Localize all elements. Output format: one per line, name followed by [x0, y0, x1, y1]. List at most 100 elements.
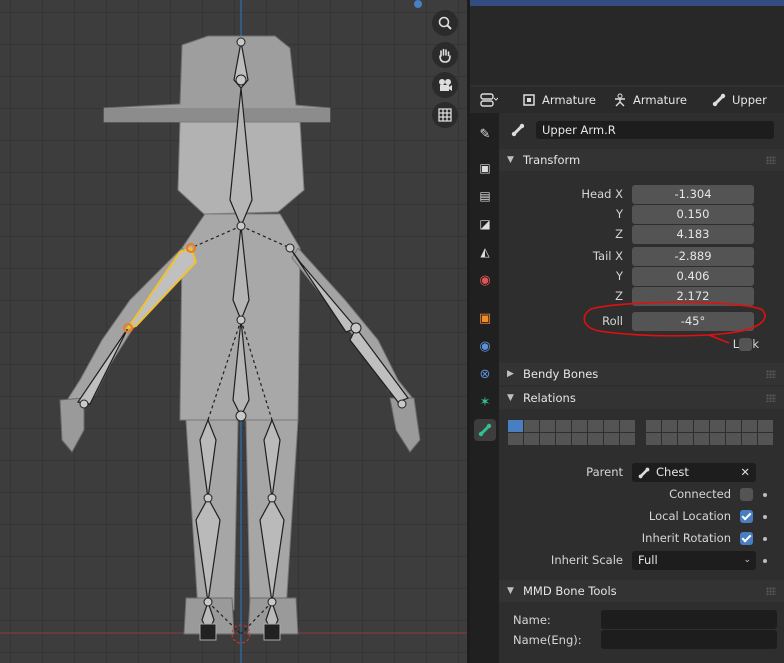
breadcrumb-bone[interactable]: Upper [712, 92, 767, 108]
drag-grip-icon[interactable] [766, 587, 776, 595]
properties-editor-icon [480, 93, 498, 107]
properties-header: Armature Armature Upper [470, 87, 784, 113]
keyframe-dot[interactable] [763, 537, 767, 541]
tab-object-data[interactable]: ✶ [474, 391, 496, 413]
parent-value: Chest [656, 465, 689, 479]
bone-icon [712, 93, 726, 107]
head-x-label: Head X [581, 187, 623, 201]
breadcrumb-bone-label: Upper [732, 93, 767, 107]
chevron-down-icon: ⌄ [743, 555, 751, 565]
head-y-label: Y [615, 207, 623, 221]
drag-grip-icon[interactable] [766, 370, 776, 378]
pan-hand-icon[interactable] [432, 42, 458, 68]
breadcrumb-object[interactable]: Armature [522, 92, 596, 108]
bone-icon [511, 123, 525, 137]
tail-x-field[interactable]: -2.889 [632, 247, 754, 266]
parent-label: Parent [586, 465, 623, 479]
tab-modifiers[interactable]: ◉ [474, 335, 496, 357]
constraint-icon: ⊗ [479, 366, 491, 382]
tool-icon: ✎ [479, 126, 491, 142]
expand-triangle-icon: ▼ [507, 393, 514, 403]
properties-tab-bar: ✎ ▣ ▤ ◪ ◭ ◉ ▣ ◉ ⊗ ✶ [470, 113, 499, 663]
tab-render[interactable]: ▣ [474, 157, 496, 179]
head-x-field[interactable]: -1.304 [632, 185, 754, 204]
bone-layers-right[interactable] [646, 420, 773, 445]
keyframe-dot[interactable] [763, 559, 767, 563]
bone-layers-left[interactable] [508, 420, 635, 445]
breadcrumb-armature[interactable]: Armature [613, 92, 687, 108]
panel-bendy-bones-header[interactable]: ▶ Bendy Bones [499, 363, 784, 385]
local-location-checkbox[interactable] [740, 510, 753, 523]
keyframe-dot[interactable] [763, 515, 767, 519]
mmd-name-label: Name: [513, 613, 551, 627]
tab-object[interactable]: ▣ [474, 307, 496, 329]
render-icon: ▣ [479, 161, 491, 175]
bone-layer-active[interactable] [508, 420, 523, 432]
tab-constraints[interactable]: ⊗ [474, 363, 496, 385]
connected-label: Connected [669, 487, 731, 501]
mmd-name-field[interactable] [601, 610, 777, 629]
panel-mmd-header[interactable]: ▼ MMD Bone Tools [499, 580, 784, 602]
scene-icon: ◭ [480, 245, 490, 259]
tail-y-label: Y [615, 269, 623, 283]
inherit-rotation-label: Inherit Rotation [641, 531, 731, 545]
head-z-field[interactable]: 4.183 [632, 225, 754, 244]
parent-field[interactable]: Chest ✕ [632, 463, 756, 482]
bone-name-field[interactable]: Upper Arm.R [536, 121, 774, 139]
panel-transform-title: Transform [523, 153, 581, 167]
tab-world[interactable]: ◉ [474, 269, 496, 291]
inherit-scale-label: Inherit Scale [550, 553, 623, 567]
bone-icon [638, 467, 650, 479]
properties-editor: Armature Armature Upper ✎ ▣ ▤ ◪ ◭ ◉ ▣ ◉ … [470, 87, 784, 663]
panel-relations-header[interactable]: ▼ Relations [499, 387, 784, 409]
panel-transform-header[interactable]: ▼ Transform [499, 149, 784, 171]
local-location-label: Local Location [648, 509, 731, 523]
armature-icon [615, 93, 625, 107]
breadcrumb-object-label: Armature [542, 93, 596, 107]
panel-mmd-title: MMD Bone Tools [523, 584, 617, 598]
bone-properties: Upper Arm.R ▼ Transform Head X -1.304 Y … [499, 113, 784, 663]
mmd-name-eng-field[interactable] [601, 630, 777, 649]
tab-view-layer[interactable]: ◪ [474, 213, 496, 235]
armature-data-icon: ✶ [479, 394, 491, 410]
panel-relations-title: Relations [523, 391, 576, 405]
collapse-triangle-icon: ▶ [507, 369, 514, 379]
connected-checkbox[interactable] [740, 488, 753, 501]
inherit-scale-dropdown[interactable]: Full ⌄ [632, 551, 756, 570]
tab-bone[interactable] [474, 419, 496, 441]
world-icon: ◉ [479, 272, 491, 288]
object-icon: ▣ [478, 310, 492, 326]
tab-tool[interactable]: ✎ [474, 123, 496, 145]
clear-x-icon[interactable]: ✕ [740, 463, 750, 482]
expand-triangle-icon: ▼ [507, 155, 514, 165]
panel-bendy-bones-title: Bendy Bones [523, 367, 599, 381]
editor-type-button[interactable] [480, 92, 498, 108]
zoom-icon[interactable] [432, 10, 458, 36]
expand-triangle-icon: ▼ [507, 586, 514, 596]
head-z-label: Z [615, 227, 623, 241]
mmd-name-eng-label: Name(Eng): [513, 633, 582, 647]
tab-output[interactable]: ▤ [474, 185, 496, 207]
keyframe-dot[interactable] [763, 493, 767, 497]
tail-x-label: Tail X [592, 249, 623, 263]
view-layer-icon: ◪ [479, 217, 491, 231]
drag-grip-icon[interactable] [766, 156, 776, 164]
head-y-field[interactable]: 0.150 [632, 205, 754, 224]
viewport-scene [0, 0, 467, 663]
output-icon: ▤ [479, 189, 491, 203]
breadcrumb-armature-label: Armature [633, 93, 687, 107]
inherit-rotation-checkbox[interactable] [740, 532, 753, 545]
modifier-icon: ◉ [479, 338, 491, 354]
bone-icon [478, 423, 492, 437]
tab-scene[interactable]: ◭ [474, 241, 496, 263]
camera-icon[interactable] [432, 72, 458, 98]
lock-checkbox[interactable] [739, 338, 752, 351]
object-icon [523, 94, 535, 106]
grid-view-icon[interactable] [432, 102, 458, 128]
outliner[interactable] [470, 0, 784, 85]
inherit-scale-value: Full [638, 553, 658, 567]
3d-viewport[interactable] [0, 0, 467, 663]
drag-grip-icon[interactable] [766, 394, 776, 402]
tail-y-field[interactable]: 0.406 [632, 267, 754, 286]
outliner-selected-row[interactable] [470, 0, 784, 6]
